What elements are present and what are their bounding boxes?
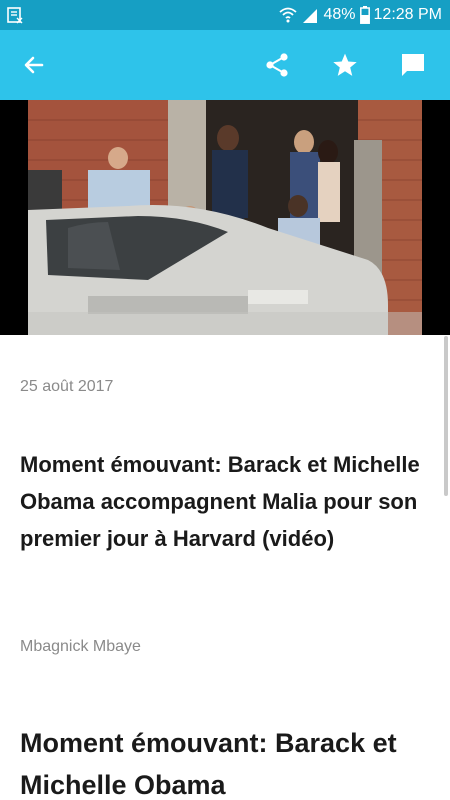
favorite-button[interactable] <box>315 30 375 100</box>
arrow-left-icon <box>24 56 44 74</box>
article-body-heading: Moment émouvant: Barack et Michelle Obam… <box>20 728 397 800</box>
comment-icon <box>402 54 424 76</box>
share-icon <box>266 53 288 77</box>
article-title: Moment émouvant: Barack et Michelle Obam… <box>20 452 420 551</box>
back-button[interactable] <box>4 30 64 100</box>
battery-icon <box>359 6 370 24</box>
wifi-icon <box>279 7 298 23</box>
share-button[interactable] <box>247 30 307 100</box>
article-hero-image <box>0 100 450 335</box>
clock: 12:28 PM <box>373 6 442 23</box>
photo-illustration <box>28 100 422 335</box>
article-author[interactable]: Mbagnick Mbaye <box>20 638 141 656</box>
battery-percentage: 48% <box>323 6 356 23</box>
status-bar: 48% 12:28 PM <box>0 0 450 30</box>
app-toolbar <box>0 30 450 100</box>
comment-button[interactable] <box>383 30 443 100</box>
signal-icon <box>303 9 318 23</box>
notification-icon <box>7 7 23 24</box>
article-date: 25 août 2017 <box>20 378 114 395</box>
star-icon <box>333 53 357 76</box>
scrollbar[interactable] <box>444 336 448 496</box>
